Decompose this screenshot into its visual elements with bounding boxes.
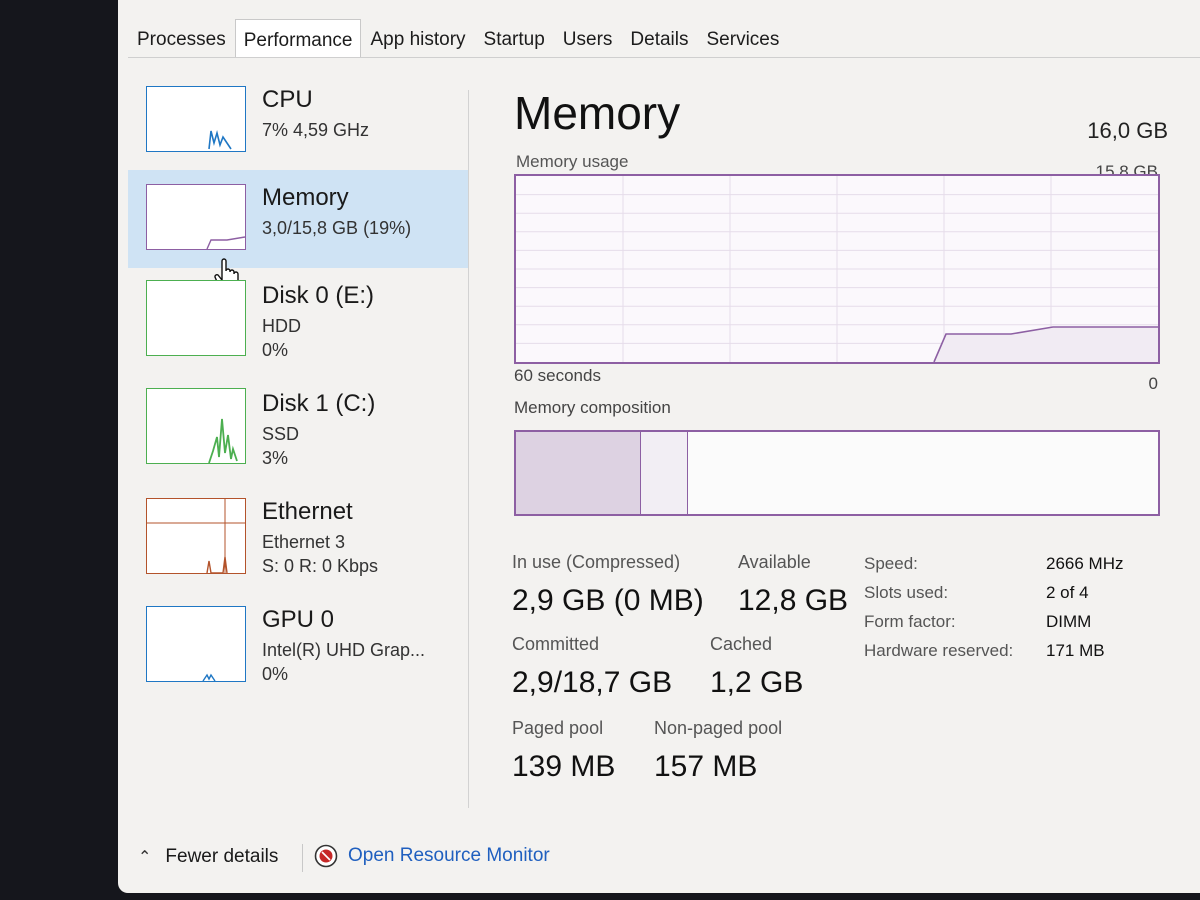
sidebar-item-detail: 7% 4,59 GHz — [262, 120, 370, 140]
available-label: Available — [738, 552, 811, 572]
composition-in-use-segment[interactable] — [516, 432, 641, 514]
paged-pool-label: Paged pool — [512, 718, 604, 738]
committed-value: 2,9/18,7 GB — [512, 666, 673, 699]
form-factor-value: DIMM — [1046, 612, 1092, 631]
task-manager-window: Processes Performance App history Startu… — [118, 0, 1200, 893]
fewer-details-button[interactable]: ⌃ Fewer details — [138, 846, 278, 868]
cached-label: Cached — [710, 634, 773, 654]
sidebar-item-name: Ethernet — [262, 498, 353, 525]
sidebar-item-percent: 0% — [262, 340, 289, 360]
slots-used-value: 2 of 4 — [1046, 583, 1089, 602]
sidebar-item-gpu-0[interactable]: GPU 0 Intel(R) UHD Grap... 0% — [128, 592, 468, 690]
sidebar-item-name: Disk 0 (E:) — [262, 282, 375, 309]
disk0-thumbnail-graph — [146, 280, 246, 356]
chevron-up-icon: ⌃ — [138, 849, 152, 866]
hardware-reserved-label: Hardware reserved: — [864, 641, 1014, 660]
sidebar-item-percent: 0% — [262, 664, 289, 684]
cached-value: 1,2 GB — [710, 666, 804, 699]
memory-thumbnail-graph — [146, 184, 246, 250]
ethernet-thumbnail-graph — [146, 498, 246, 574]
memory-usage-label: Memory usage — [516, 152, 629, 171]
footer-separator — [302, 844, 303, 872]
memory-total: 16,0 GB — [1087, 118, 1168, 143]
tab-performance[interactable]: Performance — [234, 19, 362, 58]
sidebar-item-name: CPU — [262, 86, 313, 113]
tab-details[interactable]: Details — [621, 20, 697, 58]
tab-startup[interactable]: Startup — [475, 20, 554, 58]
composition-modified-segment[interactable] — [641, 432, 688, 514]
tab-divider — [128, 57, 1200, 58]
sidebar-item-disk-0[interactable]: Disk 0 (E:) HDD 0% — [128, 268, 468, 366]
tab-app-history[interactable]: App history — [361, 20, 474, 58]
available-value: 12,8 GB — [738, 584, 849, 617]
memory-composition-bar — [514, 430, 1160, 516]
tab-services[interactable]: Services — [698, 20, 789, 58]
sidebar-item-detail: Ethernet 3 — [262, 532, 346, 552]
disk1-thumbnail-graph — [146, 388, 246, 464]
resource-monitor-icon — [314, 844, 338, 868]
graph-time-end: 0 — [1148, 374, 1158, 393]
open-resource-monitor-label: Open Resource Monitor — [348, 845, 550, 866]
sidebar-item-detail: Intel(R) UHD Grap... — [262, 640, 426, 660]
graph-time-label: 60 seconds — [514, 366, 601, 385]
sidebar-item-cpu[interactable]: CPU 7% 4,59 GHz — [128, 72, 468, 170]
sidebar-item-memory[interactable]: Memory 3,0/15,8 GB (19%) — [128, 170, 468, 291]
sidebar-item-ethernet[interactable]: Ethernet Ethernet 3 S: 0 R: 0 Kbps — [128, 484, 468, 582]
speed-value: 2666 MHz — [1046, 554, 1124, 573]
open-resource-monitor-link[interactable]: Open Resource Monitor — [314, 844, 550, 868]
sidebar-item-name: Memory — [262, 184, 349, 211]
sidebar-item-detail: 3,0/15,8 GB (19%) — [262, 218, 412, 238]
non-paged-pool-value: 157 MB — [654, 750, 758, 783]
fewer-details-label: Fewer details — [165, 846, 279, 867]
tab-users[interactable]: Users — [554, 20, 622, 58]
memory-usage-graph — [514, 174, 1160, 364]
hardware-reserved-value: 171 MB — [1046, 641, 1105, 660]
sidebar-item-name: Disk 1 (C:) — [262, 390, 376, 417]
paged-pool-value: 139 MB — [512, 750, 616, 783]
sidebar-item-disk-1[interactable]: Disk 1 (C:) SSD 3% — [128, 376, 468, 474]
footer-bar: ⌃ Fewer details Open Resource Monitor — [118, 836, 1200, 880]
tab-bar: Processes Performance App history Startu… — [128, 14, 788, 58]
speed-label: Speed: — [864, 554, 918, 573]
sidebar-item-name: GPU 0 — [262, 606, 335, 633]
cpu-thumbnail-graph — [146, 86, 246, 152]
committed-label: Committed — [512, 634, 600, 654]
in-use-label: In use (Compressed) — [512, 552, 681, 572]
in-use-value: 2,9 GB (0 MB) — [512, 584, 704, 617]
memory-composition-label: Memory composition — [514, 398, 671, 417]
gpu-thumbnail-graph — [146, 606, 246, 682]
sidebar-item-percent: 3% — [262, 448, 289, 468]
form-factor-label: Form factor: — [864, 612, 956, 631]
sidebar-item-detail: SSD — [262, 424, 300, 444]
performance-sidebar: CPU 7% 4,59 GHz Memory 3,0/15,8 GB (19%)… — [118, 66, 470, 806]
pane-splitter[interactable] — [468, 90, 469, 808]
sidebar-item-detail: HDD — [262, 316, 301, 336]
sidebar-item-throughput: S: 0 R: 0 Kbps — [262, 556, 379, 576]
non-paged-pool-label: Non-paged pool — [654, 718, 783, 738]
tab-processes[interactable]: Processes — [128, 20, 235, 58]
memory-detail-pane: Memory 16,0 GB Memory usage 15,8 GB 60 s… — [510, 66, 1170, 806]
slots-used-label: Slots used: — [864, 583, 949, 602]
page-title: Memory — [514, 87, 681, 139]
